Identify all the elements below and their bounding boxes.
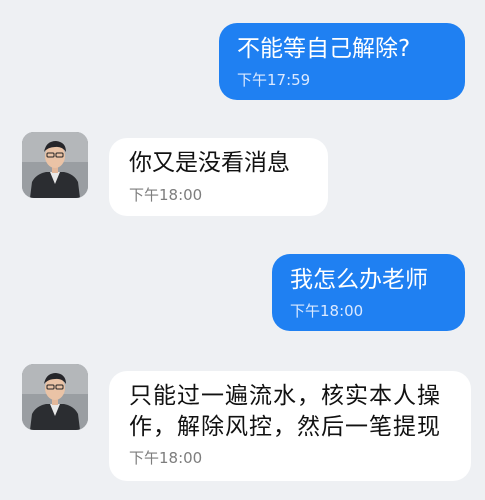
message-bubble-outgoing[interactable]: 不能等自己解除? 下午17:59: [219, 23, 465, 100]
message-bubble-outgoing[interactable]: 我怎么办老师 下午18:00: [272, 254, 465, 331]
message-text: 不能等自己解除?: [237, 36, 411, 62]
avatar[interactable]: [22, 132, 88, 198]
message-bubble-incoming[interactable]: 你又是没看消息 下午18:00: [109, 138, 328, 216]
message-text: 你又是没看消息: [129, 150, 290, 176]
avatar[interactable]: [22, 364, 88, 430]
message-time: 下午18:00: [129, 449, 203, 467]
message-text: 只能过一遍流水，核实本人操 作，解除风控，然后一笔提现: [129, 383, 441, 440]
message-time: 下午18:00: [129, 186, 203, 204]
message-time: 下午18:00: [290, 302, 364, 320]
message-bubble-incoming[interactable]: 只能过一遍流水，核实本人操 作，解除风控，然后一笔提现 下午18:00: [109, 371, 471, 481]
person-avatar-icon: [22, 364, 88, 430]
message-text: 我怎么办老师: [290, 267, 428, 293]
person-avatar-icon: [22, 132, 88, 198]
message-time: 下午17:59: [237, 71, 311, 89]
